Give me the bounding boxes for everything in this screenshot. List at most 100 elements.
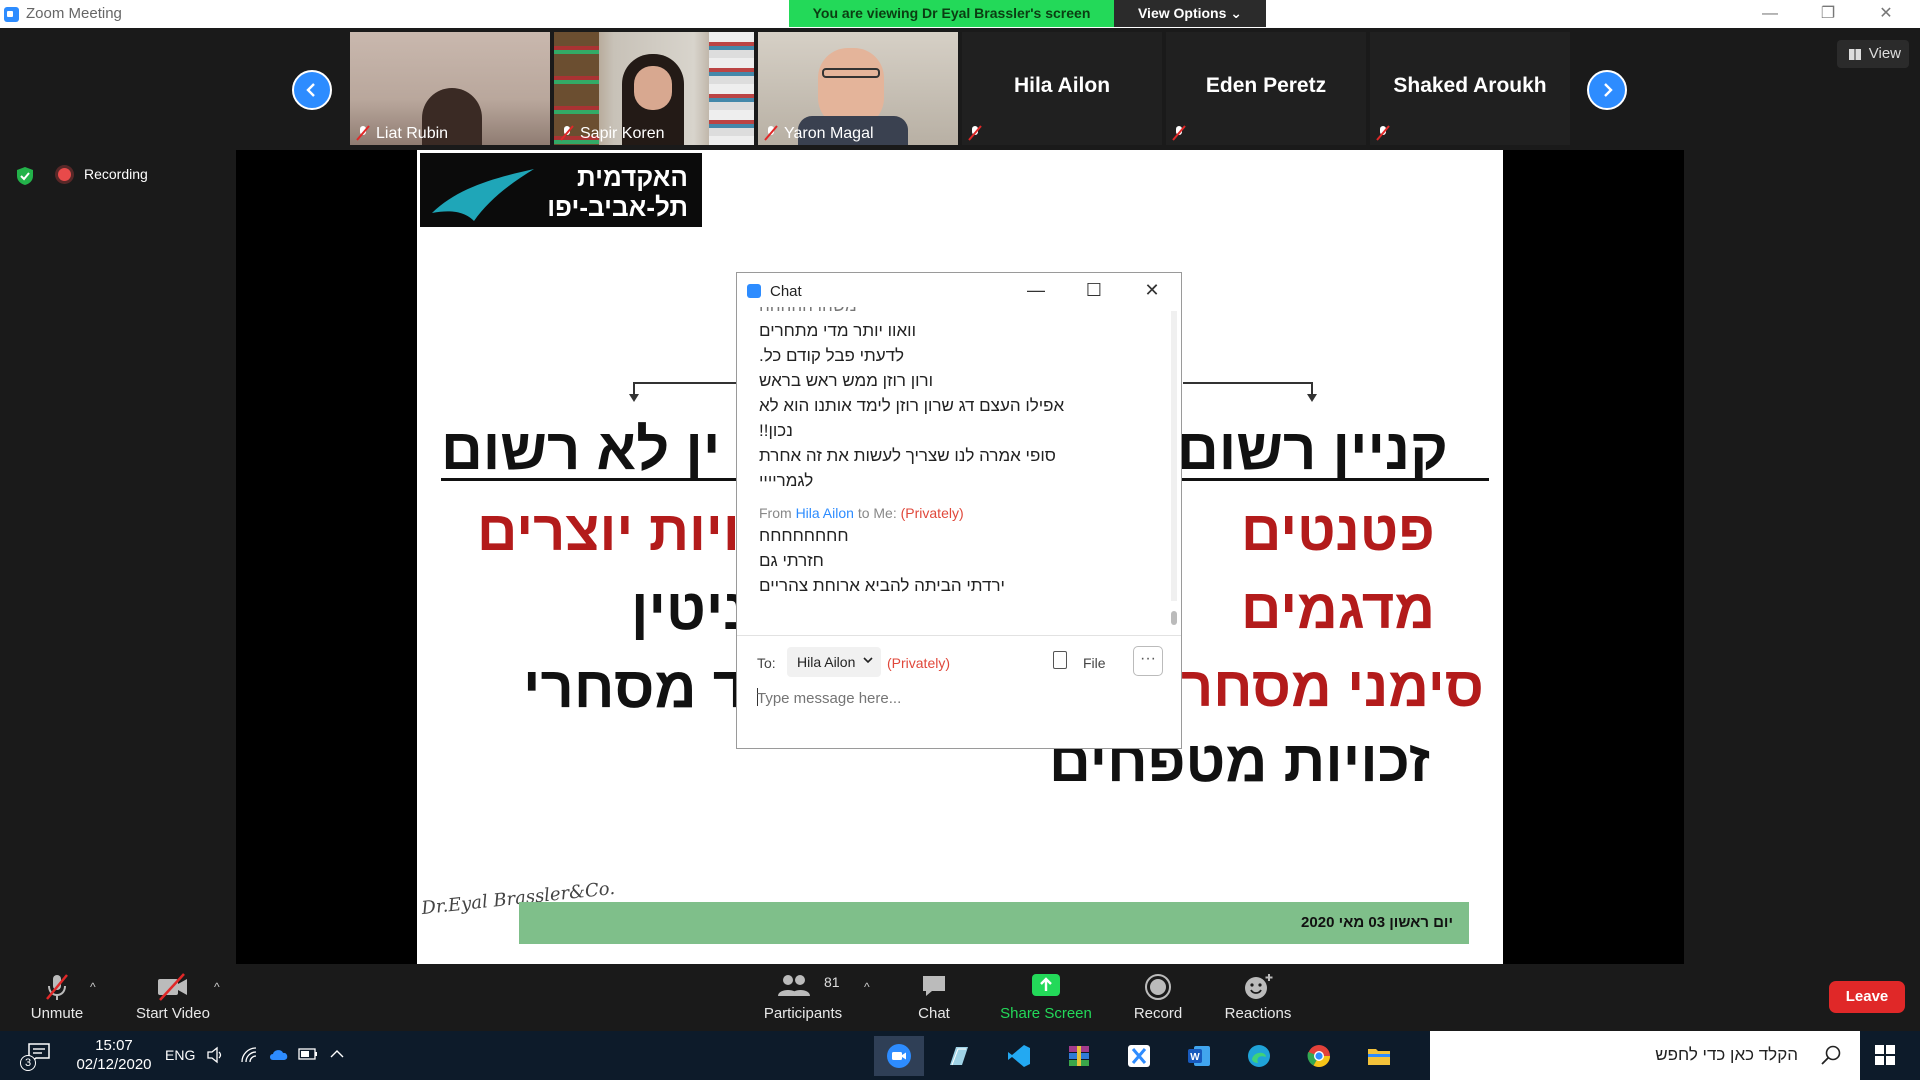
muted-mic-icon: [1172, 125, 1186, 141]
view-options-label: View Options: [1137, 5, 1227, 21]
participant-name: Sapir Koren: [580, 125, 665, 142]
chat-message-input[interactable]: [757, 685, 1157, 711]
participant-thumbnail[interactable]: Yaron Magal: [758, 32, 958, 145]
window-title: Zoom Meeting: [26, 5, 122, 22]
view-options-button[interactable]: View Options ⌄: [1114, 0, 1266, 27]
participant-name: Hila Ailon: [1013, 74, 1111, 97]
muted-mic-icon: [356, 125, 370, 141]
recipient-select[interactable]: Hila Ailon: [787, 647, 881, 677]
file-button[interactable]: File: [1083, 655, 1106, 671]
participants-label: Participants: [763, 1005, 843, 1022]
svg-text:W: W: [1190, 1052, 1200, 1063]
zoom-logo-icon: [747, 284, 761, 298]
zoom-app-icon: [887, 1044, 911, 1068]
reactions-button[interactable]: Reactions: [1218, 964, 1298, 1031]
record-button[interactable]: Record: [1122, 964, 1194, 1031]
message-sender-line: From Hila Ailon to Me: (Privately): [759, 505, 1159, 521]
taskbar-app-file-explorer[interactable]: [1354, 1036, 1404, 1076]
chat-message: לגמריייי: [759, 471, 814, 490]
view-label: View: [1868, 45, 1901, 62]
speaker-icon[interactable]: [206, 1046, 224, 1064]
muted-mic-icon: [764, 125, 778, 141]
chat-close-button[interactable]: ✕: [1137, 279, 1167, 301]
close-button[interactable]: ✕: [1866, 3, 1906, 25]
taskbar-search-box[interactable]: הקלד כאן כדי לחפש: [1430, 1031, 1860, 1080]
language-indicator[interactable]: ENG: [165, 1047, 195, 1063]
participant-thumbnail[interactable]: Liat Rubin: [350, 32, 550, 145]
chat-window[interactable]: Chat — ☐ ✕ משהו ההההה וואוו יותר מדי מתח…: [736, 272, 1182, 749]
wifi-icon[interactable]: [240, 1046, 258, 1064]
share-screen-button[interactable]: Share Screen: [996, 964, 1096, 1031]
chat-maximize-button[interactable]: ☐: [1079, 279, 1109, 301]
chat-message: ירדתי הביתה להביא ארוחת צהריים: [759, 576, 1005, 595]
chat-header[interactable]: Chat — ☐ ✕: [737, 273, 1181, 307]
arrow-down-icon: [629, 394, 639, 402]
onedrive-cloud-icon[interactable]: [268, 1047, 290, 1061]
view-button[interactable]: View: [1837, 40, 1909, 68]
taskbar-app-word[interactable]: W: [1174, 1036, 1224, 1076]
video-options-caret[interactable]: ^: [214, 980, 220, 994]
sender-name[interactable]: Hila Ailon: [796, 505, 854, 521]
chevron-up-icon[interactable]: [330, 1049, 344, 1059]
taskbar-app-excel-x[interactable]: [1114, 1036, 1164, 1076]
previous-page-button[interactable]: [292, 70, 332, 110]
video-off-icon: [158, 973, 187, 1001]
participant-thumbnail[interactable]: Sapir Koren: [554, 32, 754, 145]
search-icon: [1821, 1045, 1841, 1065]
participants-count: 81: [824, 974, 840, 990]
restore-button[interactable]: ❐: [1808, 3, 1848, 25]
from-prefix: From: [759, 505, 792, 521]
chat-button[interactable]: Chat: [900, 964, 968, 1031]
taskbar-app-edge[interactable]: [1234, 1036, 1284, 1076]
participants-icon: [778, 975, 810, 996]
participant-thumbnail[interactable]: Eden Peretz: [1166, 32, 1366, 145]
audio-options-caret[interactable]: ^: [90, 980, 96, 994]
reactions-icon: [1245, 974, 1273, 999]
taskbar-app-notebook[interactable]: [934, 1036, 984, 1076]
encryption-shield-icon[interactable]: [16, 166, 34, 186]
archive-app-icon: [1069, 1046, 1089, 1066]
taskbar-app-vscode[interactable]: [994, 1036, 1044, 1076]
participant-thumbnail[interactable]: Shaked Aroukh: [1370, 32, 1570, 145]
minimize-button[interactable]: —: [1750, 3, 1790, 25]
meeting-controls-bar: Unmute ^ Start Video ^ 81 Participants ^…: [0, 964, 1920, 1031]
participant-thumbnail[interactable]: Hila Ailon: [962, 32, 1162, 145]
taskbar-app-zoom[interactable]: [874, 1036, 924, 1076]
notebook-app-icon: [950, 1047, 968, 1066]
recording-icon: [58, 168, 71, 181]
clock-time: 15:07: [95, 1037, 133, 1054]
share-screen-label: Share Screen: [1000, 1005, 1092, 1022]
chat-message: לדעתי פבל קודם כל.: [759, 346, 905, 365]
slide-footer: יום ראשון 03 מאי 2020: [519, 902, 1469, 944]
chat-message: סופי אמרה לנו שצריך לעשות את זה אחרת: [759, 446, 1056, 465]
more-options-button[interactable]: ···: [1133, 646, 1163, 676]
word-app-icon: W: [1188, 1046, 1210, 1066]
unmute-button[interactable]: Unmute: [18, 964, 96, 1031]
chat-messages[interactable]: משהו ההההה וואוו יותר מדי מתחרים לדעתי פ…: [759, 307, 1159, 597]
taskbar-app-chrome[interactable]: [1294, 1036, 1344, 1076]
taskbar-clock[interactable]: 15:07 02/12/2020: [74, 1036, 154, 1074]
start-video-button[interactable]: Start Video: [128, 964, 218, 1031]
chat-title: Chat: [770, 283, 802, 300]
recipient-label: To:: [757, 655, 776, 671]
share-screen-icon: [1032, 974, 1060, 996]
file-icon[interactable]: [1053, 651, 1067, 669]
chat-scrollbar[interactable]: [1171, 311, 1177, 601]
battery-icon[interactable]: [298, 1048, 318, 1060]
chat-minimize-button[interactable]: —: [1021, 279, 1051, 301]
participants-options-caret[interactable]: ^: [864, 980, 870, 994]
slide-item: ניטין: [631, 577, 749, 642]
private-indicator: (Privately): [887, 655, 951, 671]
windows-start-icon[interactable]: [1874, 1044, 1896, 1066]
chat-message: וואוו יותר מדי מתחרים: [759, 321, 916, 340]
next-page-button[interactable]: [1587, 70, 1627, 110]
diagram-bracket: [1183, 382, 1313, 384]
slide-date: יום ראשון 03 מאי 2020: [1301, 914, 1453, 931]
chat-scrollbar-thumb[interactable]: [1171, 611, 1177, 625]
chat-message: חחחחחחחח: [759, 526, 849, 545]
participants-button[interactable]: 81 Participants: [756, 964, 850, 1031]
swoosh-logo-icon: [432, 169, 534, 221]
taskbar-app-winrar[interactable]: [1054, 1036, 1104, 1076]
leave-meeting-button[interactable]: Leave: [1829, 981, 1905, 1013]
chat-message: נכון!!: [759, 421, 793, 440]
